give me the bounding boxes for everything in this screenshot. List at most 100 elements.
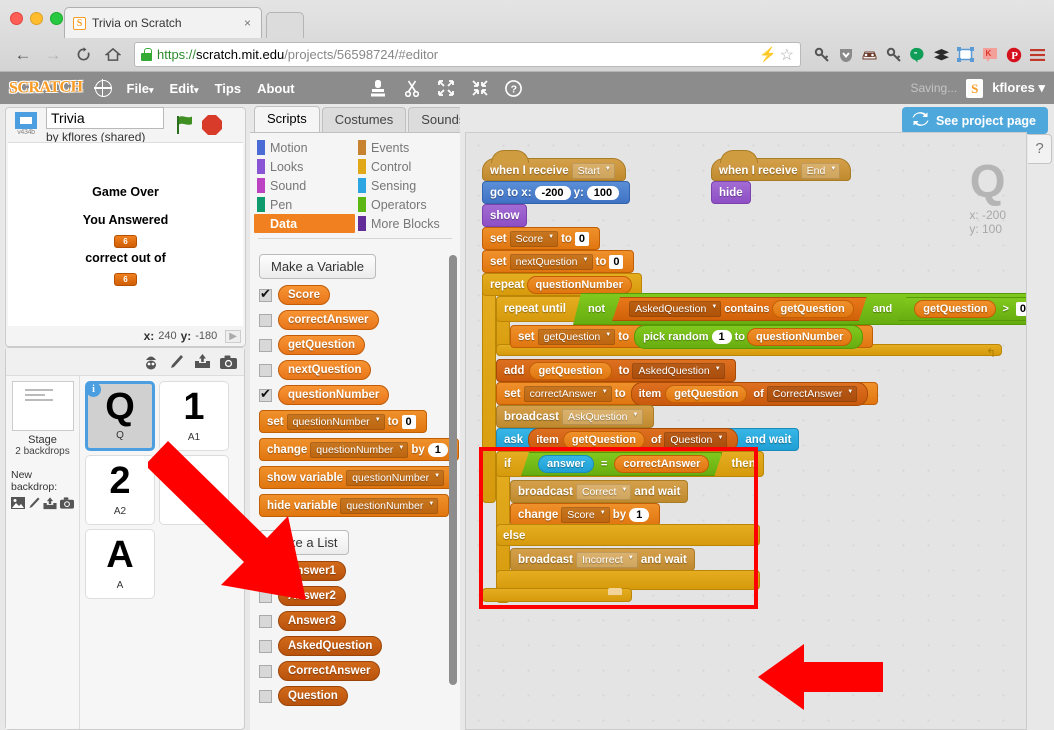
variable-dropdown[interactable]: correctAnswer (523, 385, 612, 402)
project-name-input[interactable]: Trivia (46, 106, 164, 129)
forward-button[interactable]: → (38, 42, 68, 68)
value-input[interactable]: 0 (401, 414, 416, 429)
pinterest-icon[interactable]: P (1005, 46, 1022, 63)
new-tab-button[interactable] (266, 12, 304, 38)
variable-block[interactable]: correctAnswer (278, 310, 379, 330)
category-motion[interactable]: Motion (254, 138, 355, 157)
lastpass-icon[interactable] (813, 46, 830, 63)
stage-size-icon[interactable]: v434b (12, 111, 40, 139)
category-sound[interactable]: Sound (254, 176, 355, 195)
upload-icon[interactable] (194, 353, 211, 370)
upload-icon[interactable] (43, 496, 57, 510)
variable-checkbox[interactable] (259, 286, 272, 302)
palette-variable-Score[interactable]: Score (259, 285, 460, 305)
reload-icon[interactable] (68, 42, 98, 68)
list-checkbox[interactable] (259, 664, 272, 678)
globe-icon[interactable] (93, 78, 112, 97)
variable-reporter[interactable]: getQuestion (772, 300, 854, 318)
variable-dropdown[interactable]: Score (509, 230, 559, 247)
screenshot-icon[interactable] (957, 46, 974, 63)
variable-reporter[interactable]: getQuestion (562, 430, 645, 449)
bookmark-star-icon[interactable]: ☆ (780, 45, 794, 65)
variable-reporter[interactable]: getQuestion (665, 384, 748, 403)
key-icon[interactable] (885, 46, 902, 63)
variable-dropdown[interactable]: questionNumber (340, 497, 439, 514)
message-dropdown[interactable]: AskQuestion (561, 408, 643, 425)
list-checkbox[interactable] (259, 689, 272, 703)
palette-variable-questionNumber[interactable]: questionNumber (259, 385, 460, 405)
back-button[interactable]: ← (8, 42, 38, 68)
see-project-page-button[interactable]: See project page (901, 107, 1048, 134)
variable-block[interactable]: nextQuestion (278, 360, 372, 380)
sprite-item-A2[interactable]: 2 A2 (85, 455, 155, 525)
variable-dropdown[interactable]: questionNumber (310, 441, 409, 458)
camera-icon[interactable] (60, 496, 74, 510)
category-data[interactable]: Data (254, 214, 355, 233)
menu-about[interactable]: About (257, 81, 295, 96)
paint-icon[interactable] (168, 353, 185, 370)
incognito-car-icon[interactable] (861, 46, 878, 63)
maximize-window-button[interactable] (50, 12, 63, 25)
new-sprite-icon[interactable] (142, 353, 159, 370)
variable-checkbox[interactable] (259, 338, 272, 352)
stage-selector[interactable]: Stage 2 backdrops New backdrop: (6, 376, 80, 729)
grow-icon[interactable] (437, 79, 455, 97)
minimize-window-button[interactable] (30, 12, 43, 25)
sprite-item-Q[interactable]: i Q Q (85, 381, 155, 451)
message-dropdown[interactable]: Start (571, 162, 615, 179)
block-show[interactable]: show (482, 204, 528, 227)
stop-button[interactable] (202, 115, 222, 135)
block-set-score[interactable]: set Score to 0 (482, 227, 601, 250)
scripts-canvas[interactable]: Q x: -200 y: 100 when I receive Start go… (465, 132, 1027, 730)
palette-scrollbar[interactable] (449, 255, 457, 685)
category-events[interactable]: Events (355, 138, 456, 157)
category-pen[interactable]: Pen (254, 195, 355, 214)
palette-variable-nextQuestion[interactable]: nextQuestion (259, 360, 460, 380)
block-when-i-receive-end[interactable]: when I receive End (711, 150, 852, 181)
block-when-i-receive-start[interactable]: when I receive Start (482, 150, 626, 181)
variable-checkbox[interactable] (259, 313, 272, 327)
green-flag-button[interactable] (174, 114, 196, 136)
stage-canvas[interactable]: Game Over You Answered 6 correct out of … (8, 142, 243, 326)
palette-list-Question[interactable]: Question (259, 686, 460, 706)
block-set-nextquestion[interactable]: set nextQuestion to 0 (482, 250, 635, 273)
expand-panel-icon[interactable]: ▶ (225, 329, 241, 343)
paint-icon[interactable] (28, 496, 40, 510)
menu-tips[interactable]: Tips (215, 81, 242, 96)
variable-dropdown[interactable]: getQuestion (537, 328, 616, 345)
variable-block[interactable]: questionNumber (278, 385, 390, 405)
list-checkbox[interactable] (259, 639, 272, 653)
category-sensing[interactable]: Sensing (355, 176, 456, 195)
category-control[interactable]: Control (355, 157, 456, 176)
block-set-correctanswer[interactable]: set correctAnswer to item getQuestion of… (496, 381, 879, 406)
tab-close-icon[interactable]: × (242, 16, 253, 30)
boolean-greater-than[interactable]: getQuestion > 0 (898, 297, 1027, 321)
variable-block[interactable]: getQuestion (278, 335, 366, 355)
block-hide[interactable]: hide (711, 181, 751, 204)
scratch-logo[interactable]: SCRATCH (9, 78, 83, 97)
scissors-icon[interactable] (403, 79, 421, 97)
help-panel-button[interactable]: ? (1028, 134, 1052, 164)
value-input[interactable]: 0 (609, 254, 624, 269)
block-broadcast-askquestion[interactable]: broadcast AskQuestion (496, 405, 654, 428)
block-set-getquestion[interactable]: set getQuestion to pick random 1 to ques… (510, 324, 874, 349)
value-input[interactable]: 0 (1016, 302, 1027, 316)
shrink-icon[interactable] (471, 79, 489, 97)
pick-random-reporter[interactable]: pick random 1 to questionNumber (634, 324, 864, 349)
list-block[interactable]: Question (278, 686, 348, 706)
home-icon[interactable] (98, 42, 128, 68)
random-min-input[interactable]: 1 (711, 329, 732, 344)
list-dropdown[interactable]: AskedQuestion (632, 362, 725, 379)
stamp-icon[interactable] (369, 79, 387, 97)
address-bar[interactable]: https://scratch.mit.edu/projects/5659872… (134, 42, 801, 67)
menu-file[interactable]: File▾ (127, 81, 154, 96)
palette-list-CorrectAnswer[interactable]: CorrectAnswer (259, 661, 460, 681)
list-dropdown[interactable]: AskedQuestion (629, 301, 721, 317)
list-block[interactable]: CorrectAnswer (278, 661, 381, 681)
palette-variable-correctAnswer[interactable]: correctAnswer (259, 310, 460, 330)
message-dropdown[interactable]: End (800, 162, 841, 179)
x-input[interactable]: -200 (534, 185, 571, 200)
variable-reporter[interactable]: getQuestion (914, 300, 996, 318)
window-controls[interactable] (10, 12, 63, 25)
sprite-item-A[interactable]: A A (85, 529, 155, 599)
